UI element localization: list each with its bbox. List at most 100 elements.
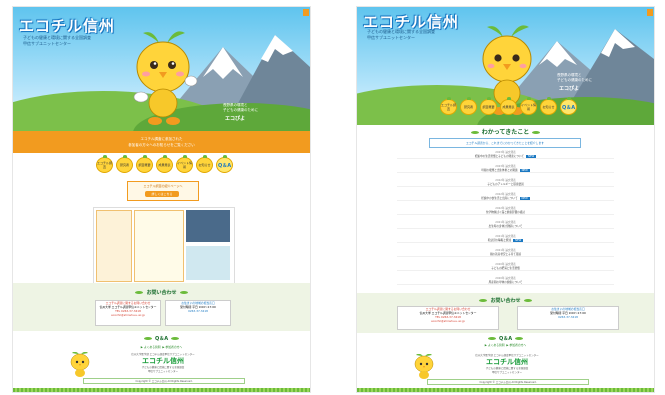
leaf-icon xyxy=(532,131,541,134)
leaf-icon xyxy=(523,299,532,302)
nav-item-qa[interactable]: Q＆A xyxy=(216,155,233,173)
contact-box-left[interactable]: エコチル調査に関するお問い合わせ 信州大学 エコチル調査甲信ユニットセンター T… xyxy=(95,300,161,326)
nav-item-researchers[interactable]: 研究者 xyxy=(460,97,477,115)
nav-item-ecochil[interactable]: エコチル調査 xyxy=(96,155,113,173)
findings-item-title[interactable]: 妊娠中の食生活と出産について NEW xyxy=(397,196,614,200)
findings-item[interactable]: 2022年 論文発表 子どものアレルギーと環境要因 xyxy=(397,179,614,187)
findings-item-title-text[interactable]: 周産期の母体の健康について xyxy=(489,281,523,284)
findings-intro: エコチル調査から、これまでにわかってきたことを紹介します xyxy=(429,138,581,148)
findings-item-title[interactable]: 周産期の母体の健康について xyxy=(397,281,614,285)
qa-links[interactable]: ▶ よくある質問 ▶ 参加者の方へ xyxy=(357,343,654,347)
leaf-icon xyxy=(171,337,180,340)
findings-item-title-text[interactable]: 子どもの肥満と生活習慣 xyxy=(491,267,520,270)
contact-box-left[interactable]: エコチル調査に関するお問い合わせ 信州大学 エコチル調査甲信ユニットセンター T… xyxy=(397,306,499,330)
content-collage xyxy=(93,207,235,285)
leaf-icon xyxy=(487,337,496,340)
findings-item[interactable]: 2022年 論文発表 妊娠中の食生活と出産について NEW xyxy=(397,193,614,201)
notice-button[interactable]: 詳しくはこちら xyxy=(145,191,179,197)
new-badge: NEW xyxy=(526,154,537,158)
findings-heading: わかってきたこと xyxy=(357,127,654,136)
findings-item[interactable]: 2021年 論文発表 乳幼児の睡眠と発達 NEW xyxy=(397,235,614,243)
findings-item-title-text[interactable]: 母親の喫煙と出生体重との関連 xyxy=(481,169,517,172)
nav-item-qa[interactable]: Q＆A xyxy=(560,97,577,115)
photo-2 xyxy=(186,246,230,280)
new-badge: NEW xyxy=(513,238,524,242)
findings-item-title-text[interactable]: 乳幼児の睡眠と発達 xyxy=(488,239,511,242)
findings-item-title[interactable]: 妊娠中の生活習慣と子どもの発達について NEW xyxy=(397,154,614,158)
findings-item[interactable]: 2020年 論文発表 周産期の母体の健康について xyxy=(397,277,614,285)
findings-item-title[interactable]: 化学物質ばく露と健康影響の検討 xyxy=(397,211,614,215)
findings-item-title[interactable]: 子どもの肥満と生活習慣 xyxy=(397,267,614,271)
page-preview-findings: エコチル信州 子どもの健康と環境に関する全国調査 甲信サブユニットセンター 長野… xyxy=(356,6,655,393)
nav-item-results[interactable]: 成果発表 xyxy=(500,97,517,115)
leaf-icon xyxy=(179,291,188,294)
findings-item-title-text[interactable]: 出生時の身体計測値について xyxy=(489,225,523,228)
qa-links[interactable]: ▶ よくある質問 ▶ 参加者の方へ xyxy=(13,345,310,349)
hero-section: エコチル信州 子どもの健康と環境に関する全国調査 甲信サブユニットセンター 長野… xyxy=(13,7,310,131)
findings-item-title[interactable]: 親の就労状況と子育て環境 xyxy=(397,253,614,257)
leaf-icon xyxy=(470,131,479,134)
site-tagline: 子どもの健康と環境に関する全国調査 甲信サブユニットセンター xyxy=(367,29,435,40)
leaf-icon xyxy=(515,337,524,340)
footer-mascot-icon xyxy=(70,352,90,377)
nav-item-events[interactable]: イベント情報 xyxy=(520,97,537,115)
main-nav: エコチル調査 研究者 調査概要 成果発表 イベント情報 お知らせ Q＆A xyxy=(96,155,233,173)
character-name: エコぴよ xyxy=(559,86,580,92)
hamburger-menu-icon[interactable] xyxy=(303,9,309,16)
findings-item-title-text[interactable]: 子どものアレルギーと環境要因 xyxy=(487,183,523,186)
findings-item-title-text[interactable]: 化学物質ばく露と健康影響の検討 xyxy=(486,211,525,214)
contact-box-right[interactable]: お住まいの地域の担当窓口 受付時間 平日 9:00〜17:00 0263-37-… xyxy=(165,300,231,326)
footer: 信州大学医学部 エコチル調査甲信サブユニットセンター エコチル信州 子どもの健康… xyxy=(357,352,654,392)
contact-heading: お問い合わせ xyxy=(13,289,310,296)
footer-copyright: Copyright © エコチル信州 All Rights Reserved. xyxy=(83,378,245,384)
nav-item-news[interactable]: お知らせ xyxy=(196,155,213,173)
contact-section: お問い合わせ エコチル調査に関するお問い合わせ 信州大学 エコチル調査甲信ユニッ… xyxy=(357,293,654,333)
qa-heading: Q＆A xyxy=(13,335,310,342)
findings-item[interactable]: 2021年 論文発表 親の就労状況と子育て環境 xyxy=(397,249,614,257)
findings-item-title[interactable]: 子どものアレルギーと環境要因 xyxy=(397,183,614,187)
nav-item-news[interactable]: お知らせ xyxy=(540,97,557,115)
contact-section: お問い合わせ エコチル調査に関するお問い合わせ 信州大学 エコチル調査甲信ユニッ… xyxy=(13,283,310,331)
findings-item-title[interactable]: 乳幼児の睡眠と発達 NEW xyxy=(397,238,614,242)
new-badge: NEW xyxy=(519,196,530,200)
leaf-icon xyxy=(143,337,152,340)
nav-item-overview[interactable]: 調査概要 xyxy=(480,97,497,115)
sidebar-panel xyxy=(96,210,132,282)
footer: 信州大学医学部 エコチル調査甲信サブユニットセンター エコチル信州 子どもの健康… xyxy=(13,350,310,392)
findings-item[interactable]: 2020年 論文発表 子どもの肥満と生活習慣 xyxy=(397,263,614,271)
findings-item[interactable]: 2022年 論文発表 化学物質ばく露と健康影響の検討 xyxy=(397,207,614,215)
site-title[interactable]: エコチル信州 xyxy=(19,15,115,36)
nav-item-results[interactable]: 成果発表 xyxy=(156,155,173,173)
leaf-icon xyxy=(479,299,488,302)
character-caption: 長野県の環境と 子どもの健康のために xyxy=(557,73,592,82)
leaf-icon xyxy=(135,291,144,294)
contact-heading: お問い合わせ xyxy=(357,297,654,304)
photo-1 xyxy=(186,210,230,242)
findings-item[interactable]: 2023年 論文発表 妊娠中の生活習慣と子どもの発達について NEW xyxy=(397,151,614,159)
hamburger-menu-icon[interactable] xyxy=(647,9,653,16)
grass-decoration xyxy=(357,388,654,392)
nav-item-events[interactable]: イベント情報 xyxy=(176,155,193,173)
findings-item-title-text[interactable]: 妊娠中の食生活と出産について xyxy=(481,197,517,200)
nav-item-researchers[interactable]: 研究者 xyxy=(116,155,133,173)
character-caption: 長野県の環境と 子どもの健康のために xyxy=(223,103,258,112)
footer-subtitle: 子どもの健康と環境に関する全国調査 甲信サブユニットセンター xyxy=(485,367,529,374)
nav-item-ecochil[interactable]: エコチル調査 xyxy=(440,97,457,115)
findings-item-title-text[interactable]: 妊娠中の生活習慣と子どもの発達について xyxy=(475,155,524,158)
qa-heading: Q＆A xyxy=(357,335,654,342)
findings-item-title-text[interactable]: 親の就労状況と子育て環境 xyxy=(490,253,521,256)
findings-item-title[interactable]: 母親の喫煙と出生体重との関連 NEW xyxy=(397,168,614,172)
character-name: エコぴよ xyxy=(225,116,246,122)
footer-copyright: Copyright © エコチル信州 All Rights Reserved. xyxy=(427,379,589,385)
findings-item-title[interactable]: 出生時の身体計測値について xyxy=(397,225,614,229)
nav-item-overview[interactable]: 調査概要 xyxy=(136,155,153,173)
findings-item[interactable]: 2021年 論文発表 出生時の身体計測値について xyxy=(397,221,614,229)
findings-item[interactable]: 2023年 論文発表 母親の喫煙と出生体重との関連 NEW xyxy=(397,165,614,173)
footer-subtitle: 子どもの健康と環境に関する全国調査 甲信サブユニットセンター xyxy=(141,366,185,373)
page-preview-top: エコチル信州 子どもの健康と環境に関する全国調査 甲信サブユニットセンター 長野… xyxy=(12,6,311,393)
announcement-banner[interactable]: エコチル調査に参加された 参加者の方々へのお知らせをご覧ください xyxy=(13,131,310,153)
contact-box-right[interactable]: お住まいの地域の担当窓口 受付時間 平日 9:00〜17:00 0263-37-… xyxy=(517,306,619,330)
grass-decoration xyxy=(13,388,310,392)
site-tagline: 子どもの健康と環境に関する全国調査 甲信サブユニットセンター xyxy=(23,35,91,46)
new-badge: NEW xyxy=(519,168,530,172)
